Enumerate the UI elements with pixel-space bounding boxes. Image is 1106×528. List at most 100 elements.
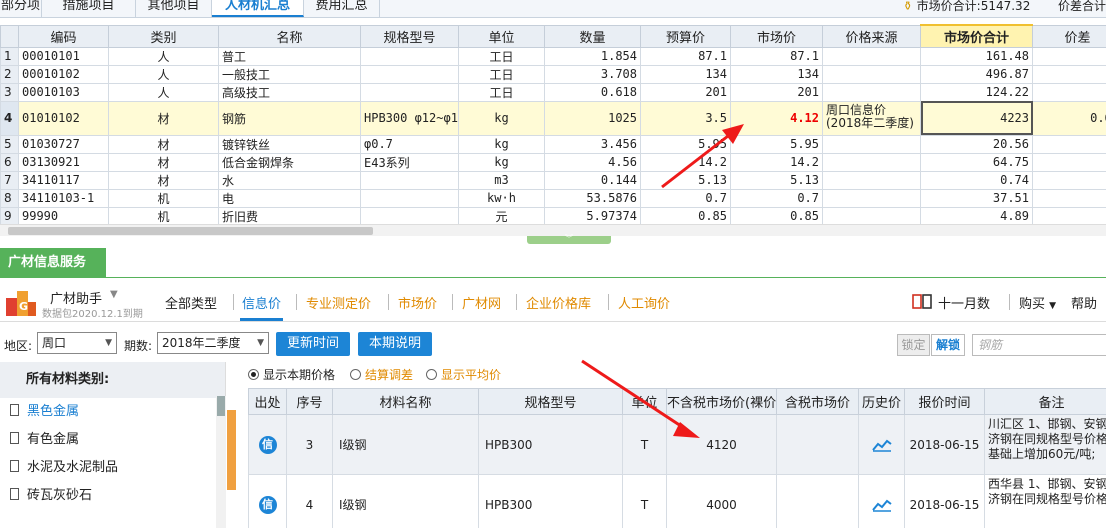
cell-type[interactable]: 人 — [108, 64, 219, 84]
cell-price-diff[interactable]: 0 — [1032, 206, 1106, 224]
table-row[interactable]: 100010101人普工工日1.85487.187.1161.480 — [0, 46, 1106, 66]
cell-market-total[interactable]: 4.89 — [920, 206, 1033, 224]
cell-price-diff[interactable]: 0 — [1032, 64, 1106, 84]
cell-code[interactable]: 99990 — [18, 206, 109, 224]
tab-guangcai-web[interactable]: 广材网 — [462, 293, 501, 312]
cell-budget-price[interactable]: 201 — [640, 82, 731, 102]
row-number[interactable]: 6 — [0, 152, 19, 172]
tab-other-items[interactable]: 其他项目 — [136, 0, 212, 17]
cell-material-name[interactable]: Ⅰ级钢 — [332, 474, 479, 528]
cell-price-source[interactable] — [822, 64, 921, 84]
cell-price-source[interactable] — [822, 134, 921, 154]
cell-spec[interactable]: HPB300 — [478, 474, 623, 528]
col-header-material-name[interactable]: 材料名称 — [332, 388, 479, 415]
cell-price-diff[interactable]: 0 — [1032, 188, 1106, 208]
cell-budget-price[interactable]: 5.95 — [640, 134, 731, 154]
buy-menu[interactable]: 购买 ▼ — [1019, 293, 1056, 312]
col-header-spec[interactable]: 规格型号 — [360, 24, 459, 48]
cell-name[interactable]: 钢筋 — [218, 100, 361, 136]
cell-type[interactable]: 机 — [108, 188, 219, 208]
scrollbar-thumb[interactable] — [8, 227, 373, 235]
info-price-badge-icon[interactable]: 信 — [258, 435, 277, 454]
cell-seq[interactable]: 3 — [286, 414, 333, 475]
cell-price-diff[interactable]: 0 — [1032, 170, 1106, 190]
cell-spec[interactable] — [360, 170, 459, 190]
cell-unit[interactable]: kg — [458, 134, 545, 154]
table-row[interactable]: 200010102人一般技工工日3.708134134496.870 — [0, 64, 1106, 84]
cell-type[interactable]: 材 — [108, 170, 219, 190]
cell-type[interactable]: 材 — [108, 134, 219, 154]
cell-market-price[interactable]: 134 — [730, 64, 823, 84]
cell-budget-price[interactable]: 3.5 — [640, 100, 731, 136]
cell-market-price[interactable]: 5.95 — [730, 134, 823, 154]
table-row[interactable]: 4 01010102 材钢筋 HPB300 φ12~φ18 kg 1025 3.5 4.12 周… — [0, 100, 1106, 136]
region-select[interactable]: 周口 ▼ — [37, 332, 117, 354]
tab-all-types[interactable]: 全部类型 — [165, 293, 217, 312]
cell-type[interactable]: 机 — [108, 206, 219, 224]
cell-spec[interactable] — [360, 64, 459, 84]
cell-market-total[interactable]: 161.48 — [920, 46, 1033, 66]
row-number[interactable]: 3 — [0, 82, 19, 102]
cell-spec[interactable] — [360, 206, 459, 224]
cell-price-diff[interactable]: 0 — [1032, 134, 1106, 154]
cell-price-diff[interactable]: 0 — [1032, 152, 1106, 172]
cell-budget-price[interactable]: 87.1 — [640, 46, 731, 66]
lock-button[interactable]: 锁定 — [897, 334, 930, 356]
cell-type[interactable]: 人 — [108, 82, 219, 102]
cell-history-price[interactable] — [858, 414, 905, 475]
cell-price-source[interactable] — [822, 188, 921, 208]
cell-market-total[interactable]: 4223 — [920, 100, 1033, 136]
cell-price-source[interactable] — [822, 206, 921, 224]
cell-origin[interactable]: 信 — [248, 474, 287, 528]
col-header-name[interactable]: 名称 — [218, 24, 361, 48]
cell-unit[interactable]: 工日 — [458, 46, 545, 66]
cell-tax-price[interactable] — [776, 414, 859, 475]
cell-qty[interactable]: 1.854 — [544, 46, 641, 66]
cell-qty[interactable]: 0.144 — [544, 170, 641, 190]
cell-market-price[interactable]: 87.1 — [730, 46, 823, 66]
cell-spec[interactable] — [360, 46, 459, 66]
category-item-ferrous-metal[interactable]: 黑色金属 — [0, 398, 225, 426]
cell-remark[interactable]: 西华县 1、邯钢、安钢济钢在同规格型号价格 — [984, 474, 1106, 528]
col-header-quote-time[interactable]: 报价时间 — [904, 388, 985, 415]
cell-qty[interactable]: 53.5876 — [544, 188, 641, 208]
col-header-origin[interactable]: 出处 — [248, 388, 287, 415]
cell-unit[interactable]: 元 — [458, 206, 545, 224]
radio-show-average-price[interactable]: 显示平均价 — [426, 366, 501, 383]
category-item-brick-sand-stone[interactable]: 砖瓦灰砂石 — [0, 482, 225, 510]
cell-spec[interactable]: E43系列 — [360, 152, 459, 172]
info-price-badge-icon[interactable]: 信 — [258, 495, 277, 514]
update-time-button[interactable]: 更新时间 — [276, 332, 350, 356]
trend-chart-icon[interactable] — [871, 498, 892, 512]
cell-type[interactable]: 材 — [108, 152, 219, 172]
cell-tax-price[interactable] — [776, 474, 859, 528]
cell-code[interactable]: 01030727 — [18, 134, 109, 154]
cell-name[interactable]: 高级技工 — [218, 82, 361, 102]
col-header-remark[interactable]: 备注 — [984, 388, 1106, 415]
col-header-tax-price[interactable]: 含税市场价 — [776, 388, 859, 415]
table-row[interactable]: 300010103人高级技工工日0.618201201124.220 — [0, 82, 1106, 102]
chevron-down-icon[interactable]: ▼ — [110, 289, 118, 300]
cell-unit[interactable]: T — [622, 474, 667, 528]
category-item-cement[interactable]: 水泥及水泥制品 — [0, 454, 225, 482]
row-number[interactable]: 4 — [0, 100, 19, 136]
cell-price-source[interactable] — [822, 152, 921, 172]
table-row[interactable]: 6 03130921 材低合金钢焊条 E43系列 kg 4.56 14.2 14.2 64.75… — [0, 152, 1106, 172]
cell-material-name[interactable]: Ⅰ级钢 — [332, 414, 479, 475]
row-number[interactable]: 9 — [0, 206, 19, 224]
cell-qty[interactable]: 0.618 — [544, 82, 641, 102]
cell-qty[interactable]: 1025 — [544, 100, 641, 136]
row-number[interactable]: 1 — [0, 46, 19, 66]
cell-remark[interactable]: 川汇区 1、邯钢、安钢济钢在同规格型号价格基础上增加60元/吨; — [984, 414, 1106, 475]
cell-budget-price[interactable]: 14.2 — [640, 152, 731, 172]
cell-name[interactable]: 一般技工 — [218, 64, 361, 84]
col-header-qty[interactable]: 数量 — [544, 24, 641, 48]
sidebar-scrollbar[interactable] — [216, 396, 226, 528]
col-header-market-total[interactable]: 市场价合计 — [920, 24, 1033, 48]
col-header-market-price[interactable]: 市场价 — [730, 24, 823, 48]
cell-name[interactable]: 折旧费 — [218, 206, 361, 224]
cell-market-total[interactable]: 64.75 — [920, 152, 1033, 172]
cell-budget-price[interactable]: 0.7 — [640, 188, 731, 208]
cell-seq[interactable]: 4 — [286, 474, 333, 528]
cell-spec[interactable]: HPB300 φ12~φ18 — [360, 100, 459, 136]
